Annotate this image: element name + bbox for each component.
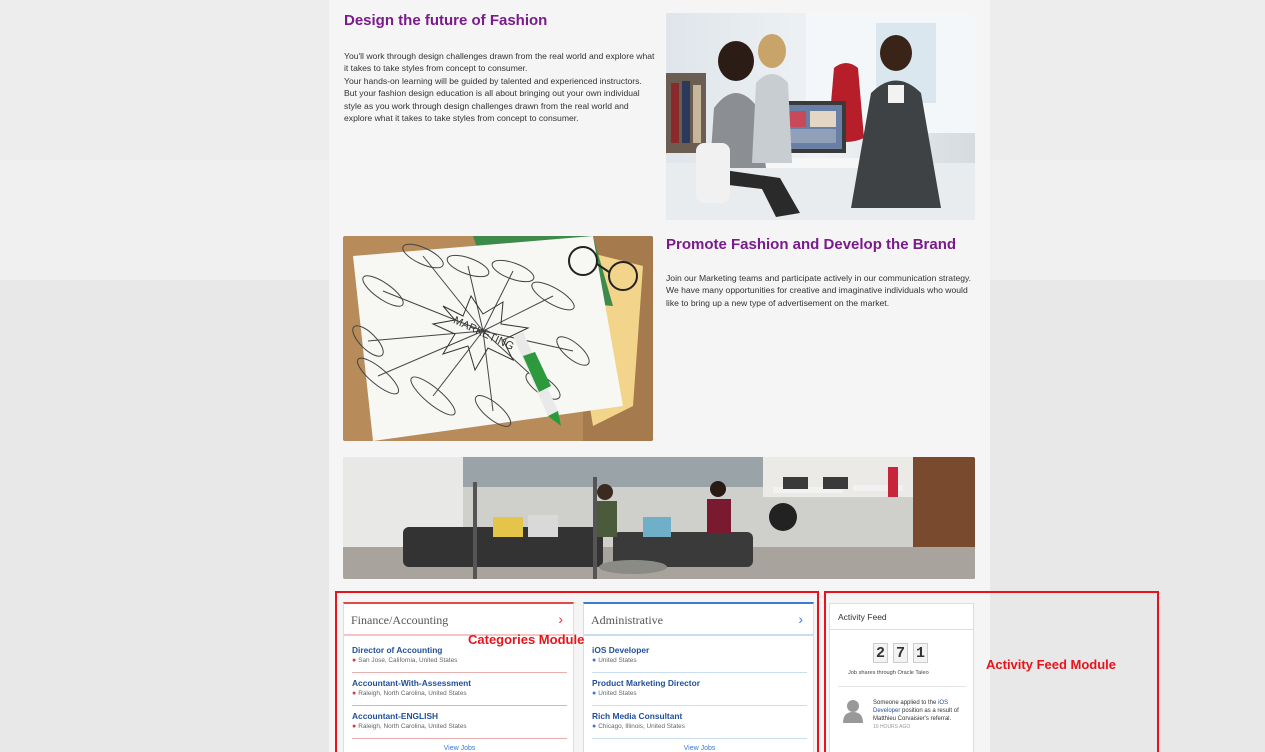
- job-title-link[interactable]: Accountant-ENGLISH: [352, 711, 467, 721]
- job-location: ● Chicago, Illinois, United States: [592, 723, 685, 730]
- activity-timestamp: 10 HOURS AGO: [873, 724, 911, 730]
- job-listing[interactable]: Accountant-ENGLISH ● Raleigh, North Carol…: [352, 711, 467, 730]
- activity-feed-module-annotation: Activity Feed Module: [986, 657, 1117, 672]
- map-pin-icon: ●: [592, 690, 597, 697]
- section-heading-promote: Promote Fashion and Develop the Brand: [666, 236, 957, 253]
- job-location: ● Raleigh, North Carolina, United States: [352, 690, 471, 697]
- category-card-finance[interactable]: Finance/Accounting › Director of Account…: [343, 602, 574, 752]
- divider: [592, 672, 807, 673]
- job-title-link[interactable]: iOS Developer: [592, 645, 649, 655]
- section-heading-design: Design the future of Fashion: [344, 12, 548, 29]
- category-title: Administrative: [591, 613, 663, 627]
- job-listing[interactable]: Rich Media Consultant ● Chicago, Illinois…: [592, 711, 685, 730]
- user-avatar-icon: [842, 699, 864, 728]
- activity-feed-title: Activity Feed: [838, 612, 887, 622]
- job-listing[interactable]: Accountant-With-Assessment ● Raleigh, Nor…: [352, 678, 471, 697]
- map-pin-icon: ●: [592, 723, 597, 730]
- job-title-link[interactable]: Product Marketing Director: [592, 678, 700, 688]
- job-title-link[interactable]: Accountant-With-Assessment: [352, 678, 471, 688]
- counter-caption: Job shares through Oracle Taleo: [848, 670, 929, 676]
- job-listing[interactable]: iOS Developer ● United States: [592, 645, 649, 664]
- counter-digit: 2: [873, 643, 888, 663]
- paragraph: We have many opportunities for creative …: [666, 285, 968, 308]
- map-pin-icon: ●: [352, 690, 357, 697]
- categories-module-annotation: Categories Module: [468, 632, 585, 647]
- divider: [352, 738, 567, 739]
- job-listing[interactable]: Product Marketing Director ● United State…: [592, 678, 700, 697]
- job-location: ● Raleigh, North Carolina, United States: [352, 723, 467, 730]
- location-text: Raleigh, North Carolina, United States: [358, 690, 467, 697]
- map-pin-icon: ●: [352, 657, 357, 664]
- divider: [592, 705, 807, 706]
- job-location: ● San Jose, California, United States: [352, 657, 457, 664]
- location-text: Raleigh, North Carolina, United States: [358, 723, 467, 730]
- counter-digit: 1: [913, 643, 928, 663]
- map-pin-icon: ●: [352, 723, 357, 730]
- marketing-sketch-photo: MARKETING: [343, 236, 653, 441]
- divider: [584, 634, 813, 636]
- job-location: ● United States: [592, 690, 700, 697]
- category-title: Finance/Accounting: [351, 613, 449, 627]
- location-text: United States: [598, 657, 637, 664]
- job-location: ● United States: [592, 657, 649, 664]
- divider: [838, 686, 966, 687]
- view-jobs-link[interactable]: View Jobs: [584, 745, 815, 752]
- counter-digit: 7: [893, 643, 908, 663]
- job-title-link[interactable]: Director of Accounting: [352, 645, 457, 655]
- paragraph: Join our Marketing teams and participate…: [666, 273, 972, 283]
- office-lounge-photo: [343, 457, 975, 579]
- location-text: San Jose, California, United States: [358, 657, 458, 664]
- section-text-promote: Join our Marketing teams and participate…: [666, 272, 978, 309]
- category-card-administrative[interactable]: Administrative › iOS Developer ● United S…: [583, 602, 814, 752]
- activity-item: Someone applied to the iOS Developer pos…: [873, 699, 968, 731]
- section-text-design: You'll work through design challenges dr…: [344, 50, 656, 124]
- paragraph: You'll work through design challenges dr…: [344, 51, 655, 74]
- chevron-right-icon[interactable]: ›: [558, 611, 563, 627]
- job-title-link[interactable]: Rich Media Consultant: [592, 711, 685, 721]
- divider: [592, 738, 807, 739]
- view-jobs-link[interactable]: View Jobs: [344, 745, 575, 752]
- fashion-studio-photo: [666, 13, 975, 220]
- divider: [830, 629, 973, 630]
- job-listing[interactable]: Director of Accounting ● San Jose, Califo…: [352, 645, 457, 664]
- activity-text: Someone applied to the: [873, 700, 937, 706]
- chevron-right-icon[interactable]: ›: [798, 611, 803, 627]
- paragraph: Your hands-on learning will be guided by…: [344, 75, 642, 124]
- divider: [352, 705, 567, 706]
- location-text: Chicago, Illinois, United States: [598, 723, 685, 730]
- activity-feed-card: Activity Feed 2 7 1 Job shares through O…: [829, 603, 974, 752]
- location-text: United States: [598, 690, 637, 697]
- map-pin-icon: ●: [592, 657, 597, 664]
- divider: [352, 672, 567, 673]
